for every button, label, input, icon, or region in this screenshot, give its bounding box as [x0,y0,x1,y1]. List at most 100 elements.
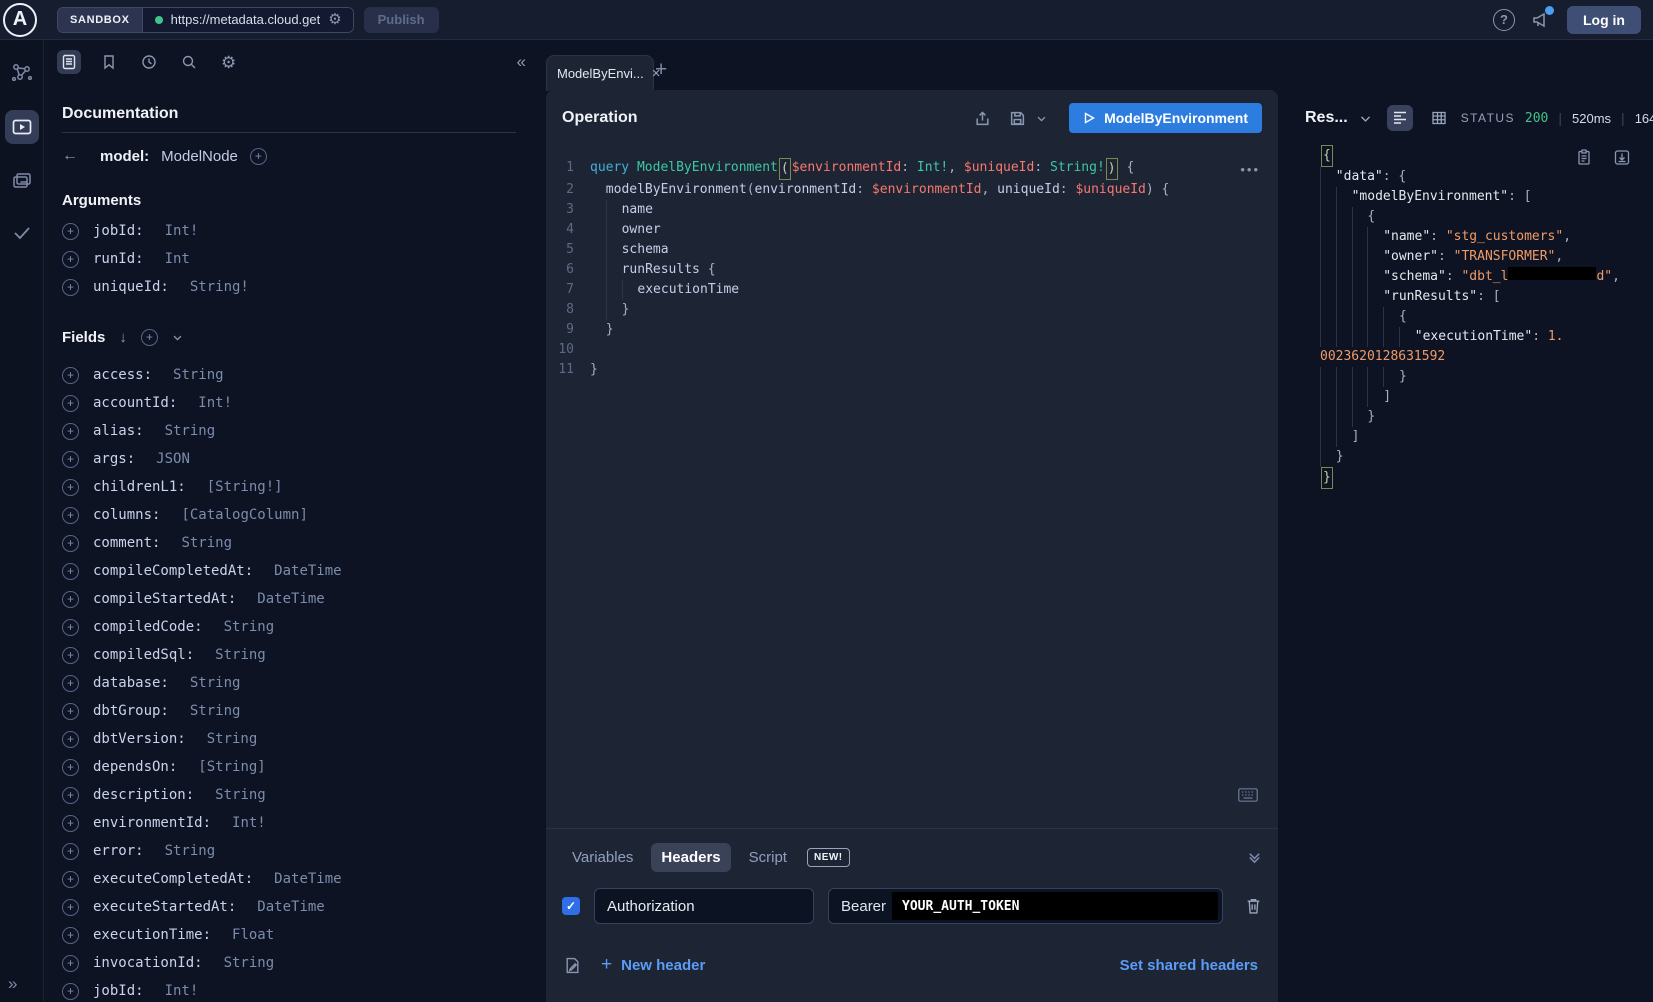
field-type[interactable]: Int [165,251,190,267]
field-type[interactable]: String [165,423,216,439]
back-arrow-icon[interactable]: ← [62,147,78,165]
explorer-settings-gear-icon[interactable]: ⚙ [217,50,240,75]
field-row[interactable]: +jobId:Int! [62,977,516,1002]
field-row[interactable]: +executeStartedAt:DateTime [62,893,516,921]
add-fields-menu-chevron-icon[interactable] [172,332,183,343]
add-field-to-query-icon[interactable]: + [62,479,79,496]
formatted-view-icon[interactable] [1387,105,1413,131]
field-type[interactable]: String [224,619,275,635]
set-shared-headers-button[interactable]: Set shared headers [1120,957,1258,974]
tab-script[interactable]: Script [739,843,797,872]
add-field-to-query-icon[interactable]: + [62,507,79,524]
expand-rail-icon[interactable]: » [8,974,17,994]
add-field-to-query-icon[interactable]: + [62,451,79,468]
bookmarks-icon[interactable] [97,50,121,74]
add-field-to-query-icon[interactable]: + [62,279,79,296]
add-field-to-query-icon[interactable]: + [62,563,79,580]
delete-header-icon[interactable] [1245,897,1262,915]
field-row[interactable]: +comment:String [62,529,516,557]
tab-variables[interactable]: Variables [562,843,643,872]
sandbox-collections-icon[interactable] [7,166,37,196]
field-type[interactable]: Int! [198,395,232,411]
field-row[interactable]: +access:String [62,361,516,389]
field-row[interactable]: +description:String [62,781,516,809]
add-field-to-query-icon[interactable]: + [62,731,79,748]
copy-response-icon[interactable] [1574,147,1594,168]
field-row[interactable]: +alias:String [62,417,516,445]
add-field-to-query-icon[interactable]: + [62,367,79,384]
field-row[interactable]: +dbtGroup:String [62,697,516,725]
collapse-panel-icon[interactable]: « [517,52,526,72]
graphql-editor[interactable]: ••• 1query ModelByEnvironment($environme… [546,146,1278,828]
header-enabled-checkbox[interactable]: ✓ [562,897,580,915]
endpoint-settings-gear-icon[interactable]: ⚙ [328,12,341,27]
environment-file-icon[interactable] [562,955,583,976]
add-all-fields-icon[interactable]: + [141,329,158,346]
field-type[interactable]: Int! [232,815,266,831]
add-field-to-query-icon[interactable]: + [62,927,79,944]
field-row[interactable]: +args:JSON [62,445,516,473]
field-row[interactable]: +executionTime:Float [62,921,516,949]
field-row[interactable]: +accountId:Int! [62,389,516,417]
field-row[interactable]: +compiledSql:String [62,641,516,669]
run-operation-button[interactable]: ModelByEnvironment [1069,103,1262,133]
add-field-to-query-icon[interactable]: + [62,251,79,268]
add-field-to-query-icon[interactable]: + [62,675,79,692]
argument-row[interactable]: +jobId:Int! [62,217,516,245]
field-row[interactable]: +dbtVersion:String [62,725,516,753]
field-row[interactable]: +error:String [62,837,516,865]
field-row[interactable]: +dependsOn:[String] [62,753,516,781]
add-field-to-query-icon[interactable]: + [62,395,79,412]
header-name-input[interactable] [594,888,814,924]
field-type[interactable]: String [207,731,258,747]
field-type[interactable]: String [190,703,241,719]
add-field-to-query-icon[interactable]: + [62,983,79,1000]
field-type[interactable]: String [215,647,266,663]
field-type[interactable]: String [173,367,224,383]
field-type[interactable]: Int! [165,223,199,239]
add-field-to-query-icon[interactable]: + [62,703,79,720]
field-row[interactable]: +compileCompletedAt:DateTime [62,557,516,585]
add-field-to-query-icon[interactable]: + [62,223,79,240]
add-field-to-query-icon[interactable]: + [62,535,79,552]
auth-token-box[interactable]: YOUR_AUTH_TOKEN [892,892,1218,920]
field-type[interactable]: DateTime [257,899,324,915]
field-row[interactable]: +compiledCode:String [62,613,516,641]
field-type[interactable]: String [224,955,275,971]
field-type[interactable]: DateTime [274,871,341,887]
field-row[interactable]: +columns:[CatalogColumn] [62,501,516,529]
add-field-to-query-icon[interactable]: + [62,871,79,888]
add-field-to-query-icon[interactable]: + [62,423,79,440]
editor-overflow-menu-icon[interactable]: ••• [1240,162,1260,177]
operation-tab[interactable]: ModelByEnvi... × [546,55,654,91]
sort-fields-icon[interactable]: ↓ [119,329,127,346]
collapse-section-icon[interactable] [1247,850,1262,865]
add-field-to-query-icon[interactable]: + [62,619,79,636]
add-field-to-query-icon[interactable]: + [62,787,79,804]
field-type[interactable]: String! [190,279,249,295]
add-field-to-query-icon[interactable]: + [62,843,79,860]
field-type[interactable]: JSON [156,451,190,467]
new-header-button[interactable]: + New header [601,954,705,976]
field-type[interactable]: String [181,535,232,551]
endpoint-url-box[interactable]: https://metadata.cloud.get ⚙ [143,8,353,32]
response-dropdown-chevron-icon[interactable] [1357,112,1374,125]
download-response-icon[interactable] [1612,147,1632,168]
field-row[interactable]: +database:String [62,669,516,697]
history-icon[interactable] [137,50,161,74]
explorer-icon[interactable] [5,110,39,144]
add-field-to-query-icon[interactable]: + [62,815,79,832]
response-json-viewer[interactable]: {"data": {"modelByEnvironment": [{"name"… [1290,145,1653,489]
field-type[interactable]: String [215,787,266,803]
endpoint-url[interactable]: https://metadata.cloud.get [171,12,321,27]
field-type[interactable]: [String!] [207,479,283,495]
argument-row[interactable]: +runId:Int [62,245,516,273]
documentation-tab-icon[interactable] [57,50,81,74]
add-field-to-query-icon[interactable]: + [250,148,267,165]
field-type[interactable]: String [190,675,241,691]
field-row[interactable]: +environmentId:Int! [62,809,516,837]
field-type[interactable]: DateTime [274,563,341,579]
field-row[interactable]: +childrenL1:[String!] [62,473,516,501]
field-type[interactable]: [String] [198,759,265,775]
search-icon[interactable] [177,50,201,74]
